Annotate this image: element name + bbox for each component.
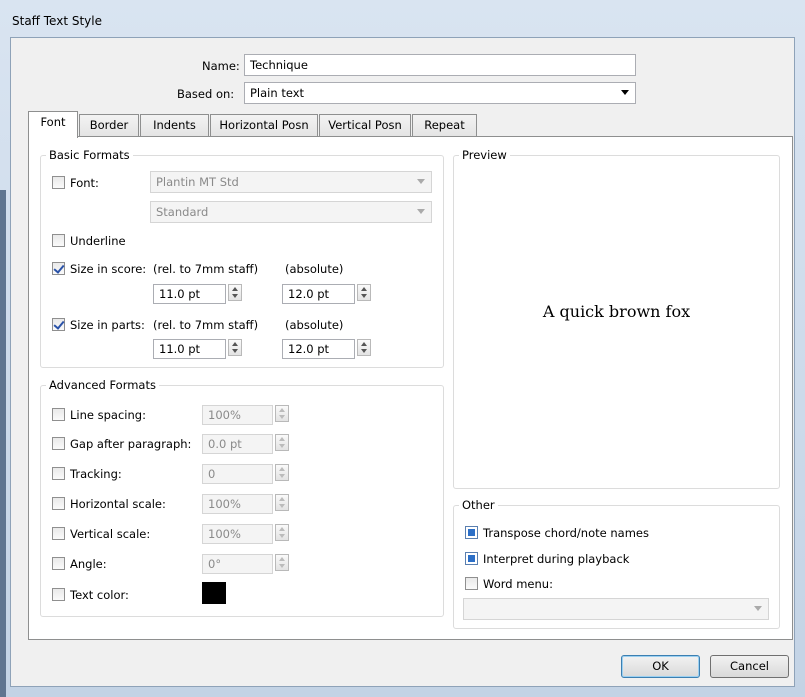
tracking-checkbox[interactable] [52, 467, 65, 480]
absolute-label: (absolute) [285, 262, 344, 276]
font-select[interactable]: Plantin MT Std [150, 171, 432, 193]
window-title: Staff Text Style [12, 14, 102, 28]
text-color-label: Text color: [70, 588, 129, 602]
font-checkbox[interactable] [52, 176, 65, 189]
font-style-select[interactable]: Standard [150, 201, 432, 223]
score-rel-size-stepper[interactable] [228, 284, 242, 301]
chevron-down-icon [417, 179, 425, 184]
preview-text: A quick brown fox [542, 302, 691, 321]
rel-staff-label: (rel. to 7mm staff) [153, 262, 259, 276]
transpose-label: Transpose chord/note names [483, 526, 649, 540]
angle-label: Angle: [70, 557, 107, 571]
tracking-label: Tracking: [70, 467, 122, 481]
based-on-label: Based on: [177, 87, 235, 101]
gap-after-paragraph-checkbox[interactable] [52, 437, 65, 450]
tab-horizontal-posn[interactable]: Horizontal Posn [210, 114, 318, 136]
angle-input[interactable]: 0° [202, 554, 273, 574]
horizontal-scale-stepper[interactable] [275, 494, 289, 511]
parts-abs-size-input[interactable]: 12.0 pt [282, 339, 355, 359]
rel-staff-label: (rel. to 7mm staff) [153, 318, 259, 332]
based-on-select[interactable]: Plain text [244, 82, 636, 104]
font-value: Plantin MT Std [156, 175, 239, 189]
vertical-scale-checkbox[interactable] [52, 527, 65, 540]
cancel-button[interactable]: Cancel [710, 655, 789, 678]
score-abs-size-stepper[interactable] [357, 284, 371, 301]
font-label: Font: [70, 176, 99, 190]
tab-repeat[interactable]: Repeat [412, 114, 477, 136]
name-input[interactable]: Technique [244, 54, 636, 76]
line-spacing-input[interactable]: 100% [202, 405, 273, 425]
size-in-score-label: Size in score: [70, 262, 147, 276]
advanced-formats-title: Advanced Formats [46, 378, 159, 392]
tab-vertical-posn[interactable]: Vertical Posn [319, 114, 411, 136]
tab-border[interactable]: Border [79, 114, 139, 136]
score-rel-size-input[interactable]: 11.0 pt [153, 284, 226, 304]
vertical-scale-stepper[interactable] [275, 524, 289, 541]
tab-indents[interactable]: Indents [140, 114, 209, 136]
word-menu-checkbox[interactable] [465, 577, 478, 590]
line-spacing-stepper[interactable] [275, 405, 289, 422]
size-in-parts-checkbox[interactable] [52, 318, 65, 331]
background-strip [0, 190, 6, 697]
parts-abs-size-stepper[interactable] [357, 339, 371, 356]
parts-rel-size-stepper[interactable] [228, 339, 242, 356]
preview-title: Preview [459, 148, 510, 162]
basic-formats-title: Basic Formats [46, 148, 133, 162]
vertical-scale-input[interactable]: 100% [202, 524, 273, 544]
horizontal-scale-label: Horizontal scale: [70, 497, 166, 511]
score-abs-size-input[interactable]: 12.0 pt [282, 284, 355, 304]
interpret-playback-label: Interpret during playback [483, 552, 630, 566]
tracking-input[interactable]: 0 [202, 464, 273, 484]
word-menu-label: Word menu: [483, 577, 553, 591]
underline-checkbox[interactable] [52, 234, 65, 247]
horizontal-scale-input[interactable]: 100% [202, 494, 273, 514]
tab-font[interactable]: Font [28, 111, 78, 138]
text-color-swatch[interactable] [202, 582, 226, 604]
line-spacing-label: Line spacing: [70, 408, 146, 422]
interpret-playback-checkbox[interactable] [465, 552, 478, 565]
underline-label: Underline [70, 234, 126, 248]
line-spacing-checkbox[interactable] [52, 408, 65, 421]
size-in-parts-label: Size in parts: [70, 318, 145, 332]
word-menu-select[interactable] [463, 598, 769, 620]
chevron-down-icon [621, 90, 629, 95]
transpose-checkbox[interactable] [465, 526, 478, 539]
horizontal-scale-checkbox[interactable] [52, 497, 65, 510]
text-color-checkbox[interactable] [52, 588, 65, 601]
parts-rel-size-input[interactable]: 11.0 pt [153, 339, 226, 359]
vertical-scale-label: Vertical scale: [70, 527, 151, 541]
based-on-value: Plain text [250, 86, 305, 100]
gap-after-paragraph-stepper[interactable] [275, 434, 289, 451]
absolute-label: (absolute) [285, 318, 344, 332]
tracking-stepper[interactable] [275, 464, 289, 481]
angle-checkbox[interactable] [52, 557, 65, 570]
name-label: Name: [202, 59, 240, 73]
other-title: Other [459, 498, 498, 512]
font-style-value: Standard [156, 205, 209, 219]
size-in-score-checkbox[interactable] [52, 262, 65, 275]
gap-after-paragraph-label: Gap after paragraph: [70, 437, 192, 451]
gap-after-paragraph-input[interactable]: 0.0 pt [202, 434, 273, 454]
chevron-down-icon [417, 209, 425, 214]
ok-button[interactable]: OK [621, 655, 700, 678]
chevron-down-icon [754, 606, 762, 611]
angle-stepper[interactable] [275, 554, 289, 571]
preview-group [453, 155, 780, 489]
